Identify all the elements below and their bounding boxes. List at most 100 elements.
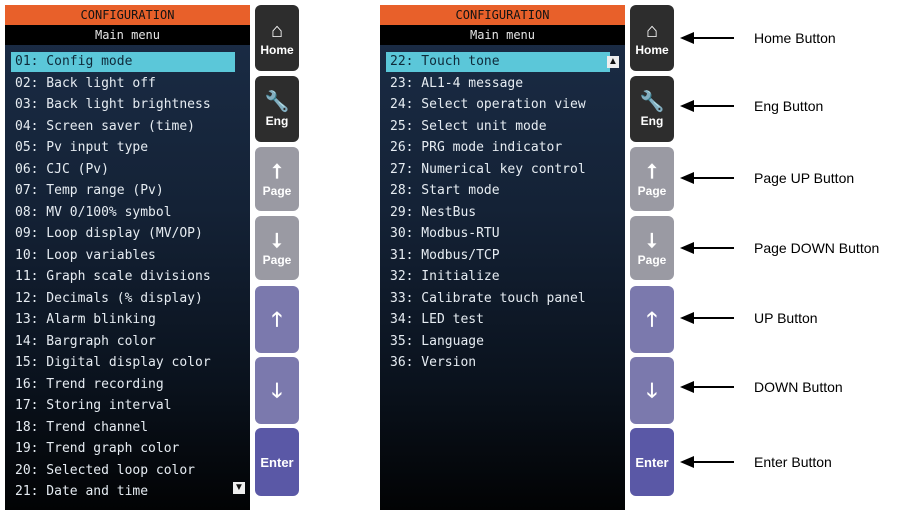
page-down-button-label: Page — [637, 252, 667, 267]
menu-item-selected[interactable]: 22: Touch tone — [386, 52, 610, 72]
callout-label: Page UP Button — [754, 170, 855, 186]
device-panel-left: CONFIGURATION Main menu 01: Config mode … — [5, 5, 300, 510]
menu-item[interactable]: 02: Back light off — [11, 74, 235, 94]
menu-item[interactable]: 33: Calibrate touch panel — [386, 289, 610, 309]
eng-button[interactable]: 🔧 Eng — [255, 76, 299, 142]
page-up-button-label: Page — [637, 183, 667, 198]
enter-button[interactable]: Enter — [630, 428, 674, 496]
home-button-label: Home — [260, 42, 294, 57]
menu-item[interactable]: 21: Date and time — [11, 482, 235, 502]
callout-label: Eng Button — [754, 98, 824, 114]
page-up-button[interactable]: ⭡ Page — [630, 147, 674, 211]
arrow-left-icon — [680, 32, 694, 44]
menu-item[interactable]: 28: Start mode — [386, 181, 610, 201]
down-button[interactable]: 🡓 — [630, 357, 674, 424]
menu-item[interactable]: 09: Loop display (MV/OP) — [11, 224, 235, 244]
up-button[interactable]: 🡑 — [255, 286, 299, 353]
up-arrow-icon: 🡑 — [646, 308, 658, 331]
page-up-button-label: Page — [262, 183, 292, 198]
menu-item[interactable]: 36: Version — [386, 353, 610, 373]
wrench-icon: 🔧 — [264, 90, 290, 113]
lcd-screen: CONFIGURATION Main menu 22: Touch tone 2… — [380, 5, 625, 510]
callout-down: DOWN Button — [680, 377, 843, 397]
menu-item[interactable]: 25: Select unit mode — [386, 117, 610, 137]
arrow-left-icon — [680, 100, 694, 112]
menu-item[interactable]: 27: Numerical key control — [386, 160, 610, 180]
menu-item[interactable]: 30: Modbus-RTU — [386, 224, 610, 244]
up-arrow-icon: 🡑 — [271, 308, 283, 331]
down-button[interactable]: 🡓 — [255, 357, 299, 424]
eng-button-label: Eng — [640, 113, 664, 128]
arrow-left-icon — [680, 312, 694, 324]
menu-item[interactable]: 29: NestBus — [386, 203, 610, 223]
menu-item[interactable]: 06: CJC (Pv) — [11, 160, 235, 180]
callout-home: Home Button — [680, 28, 836, 48]
enter-button-label: Enter — [635, 455, 669, 470]
menu-item[interactable]: 31: Modbus/TCP — [386, 246, 610, 266]
enter-button[interactable]: Enter — [255, 428, 299, 496]
callout-label: DOWN Button — [754, 379, 843, 395]
arrow-left-icon — [680, 381, 694, 393]
house-icon: ⌂ — [645, 19, 659, 42]
page-up-arrow-icon: ⭡ — [272, 160, 282, 183]
screen-header-title: CONFIGURATION — [380, 5, 625, 25]
device-panel-right: CONFIGURATION Main menu 22: Touch tone 2… — [380, 5, 675, 510]
screen-subtitle: Main menu — [5, 25, 250, 45]
page-up-arrow-icon: ⭡ — [647, 160, 657, 183]
menu-item[interactable]: 18: Trend channel — [11, 418, 235, 438]
more-below-icon: ▼ — [233, 482, 245, 494]
callout-enter: Enter Button — [680, 452, 832, 472]
menu-item[interactable]: 11: Graph scale divisions — [11, 267, 235, 287]
page-up-button[interactable]: ⭡ Page — [255, 147, 299, 211]
wrench-icon: 🔧 — [639, 90, 665, 113]
screen-header-title: CONFIGURATION — [5, 5, 250, 25]
callout-page-down: Page DOWN Button — [680, 238, 879, 258]
callout-label: Page DOWN Button — [754, 240, 880, 256]
down-arrow-icon: 🡓 — [646, 379, 658, 402]
callout-page-up: Page UP Button — [680, 168, 854, 188]
page-down-arrow-icon: ⭣ — [647, 229, 657, 252]
menu-item[interactable]: 08: MV 0/100% symbol — [11, 203, 235, 223]
more-above-icon: ▲ — [607, 56, 619, 68]
callout-up: UP Button — [680, 308, 818, 328]
menu-item[interactable]: 17: Storing interval — [11, 396, 235, 416]
enter-button-label: Enter — [260, 455, 294, 470]
up-button[interactable]: 🡑 — [630, 286, 674, 353]
menu-item[interactable]: 14: Bargraph color — [11, 332, 235, 352]
arrow-left-icon — [680, 242, 694, 254]
arrow-left-icon — [680, 172, 694, 184]
arrow-left-icon — [680, 456, 694, 468]
menu-item[interactable]: 24: Select operation view — [386, 95, 610, 115]
down-arrow-icon: 🡓 — [271, 379, 283, 402]
home-button[interactable]: ⌂ Home — [255, 5, 299, 71]
menu-item[interactable]: 15: Digital display color — [11, 353, 235, 373]
menu-item[interactable]: 10: Loop variables — [11, 246, 235, 266]
menu-item[interactable]: 04: Screen saver (time) — [11, 117, 235, 137]
menu-item[interactable]: 32: Initialize — [386, 267, 610, 287]
menu-item[interactable]: 26: PRG mode indicator — [386, 138, 610, 158]
menu-item[interactable]: 03: Back light brightness — [11, 95, 235, 115]
menu-item[interactable]: 20: Selected loop color — [11, 461, 235, 481]
home-button[interactable]: ⌂ Home — [630, 5, 674, 71]
eng-button[interactable]: 🔧 Eng — [630, 76, 674, 142]
page-down-button[interactable]: ⭣ Page — [630, 216, 674, 280]
callout-eng: Eng Button — [680, 96, 823, 116]
page-down-button-label: Page — [262, 252, 292, 267]
lcd-screen: CONFIGURATION Main menu 01: Config mode … — [5, 5, 250, 510]
menu-item[interactable]: 07: Temp range (Pv) — [11, 181, 235, 201]
home-button-label: Home — [635, 42, 669, 57]
menu-item[interactable]: 05: Pv input type — [11, 138, 235, 158]
menu-item-selected[interactable]: 01: Config mode — [11, 52, 235, 72]
callout-label: Home Button — [754, 30, 836, 46]
callout-label: UP Button — [754, 310, 818, 326]
menu-item[interactable]: 13: Alarm blinking — [11, 310, 235, 330]
menu-item[interactable]: 23: AL1-4 message — [386, 74, 610, 94]
eng-button-label: Eng — [265, 113, 289, 128]
menu-item[interactable]: 34: LED test — [386, 310, 610, 330]
menu-item[interactable]: 19: Trend graph color — [11, 439, 235, 459]
page-down-button[interactable]: ⭣ Page — [255, 216, 299, 280]
menu-item[interactable]: 12: Decimals (% display) — [11, 289, 235, 309]
menu-item[interactable]: 16: Trend recording — [11, 375, 235, 395]
callout-label: Enter Button — [754, 454, 832, 470]
menu-item[interactable]: 35: Language — [386, 332, 610, 352]
